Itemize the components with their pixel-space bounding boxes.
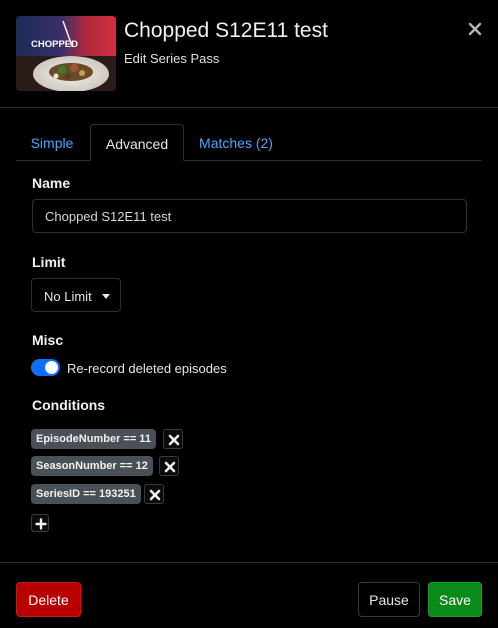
name-label: Name — [32, 175, 71, 191]
rerecord-toggle[interactable] — [31, 359, 60, 376]
close-icon — [164, 461, 176, 473]
series-pass-modal: CHOPPED Chopped S12E11 test Edit Series … — [0, 0, 498, 628]
tab-advanced[interactable]: Advanced — [90, 124, 184, 161]
remove-condition-button[interactable] — [163, 429, 183, 449]
delete-button[interactable]: Delete — [16, 582, 81, 617]
limit-dropdown[interactable]: No Limit — [31, 278, 121, 312]
condition-badge: SeriesID == 193251 — [31, 484, 141, 504]
name-input[interactable] — [32, 199, 467, 233]
close-icon[interactable] — [466, 20, 484, 38]
limit-label: Limit — [32, 254, 66, 270]
page-subtitle: Edit Series Pass — [124, 51, 220, 66]
limit-value: No Limit — [44, 289, 92, 304]
remove-condition-button[interactable] — [159, 456, 179, 476]
conditions-label: Conditions — [32, 397, 106, 413]
condition-badge: EpisodeNumber == 11 — [31, 429, 156, 449]
chevron-down-icon — [102, 294, 110, 299]
toggle-knob — [45, 361, 58, 374]
add-condition-button[interactable] — [31, 514, 49, 532]
modal-header: CHOPPED Chopped S12E11 test Edit Series … — [0, 0, 498, 108]
save-button[interactable]: Save — [428, 582, 482, 617]
tab-bar: Simple Advanced Matches (2) — [16, 124, 482, 161]
tab-simple[interactable]: Simple — [16, 124, 88, 161]
close-icon — [149, 489, 161, 501]
show-thumbnail: CHOPPED — [16, 16, 116, 91]
close-icon — [168, 434, 180, 446]
plus-icon — [35, 518, 47, 530]
modal-footer: Delete Pause Save — [0, 562, 498, 628]
page-title: Chopped S12E11 test — [124, 19, 328, 42]
rerecord-label: Re-record deleted episodes — [67, 361, 227, 376]
tab-matches[interactable]: Matches (2) — [188, 124, 284, 161]
pause-button[interactable]: Pause — [358, 582, 420, 617]
condition-badge: SeasonNumber == 12 — [31, 456, 153, 476]
thumbnail-logo: CHOPPED — [31, 39, 78, 50]
remove-condition-button[interactable] — [144, 484, 164, 504]
misc-label: Misc — [32, 332, 64, 348]
